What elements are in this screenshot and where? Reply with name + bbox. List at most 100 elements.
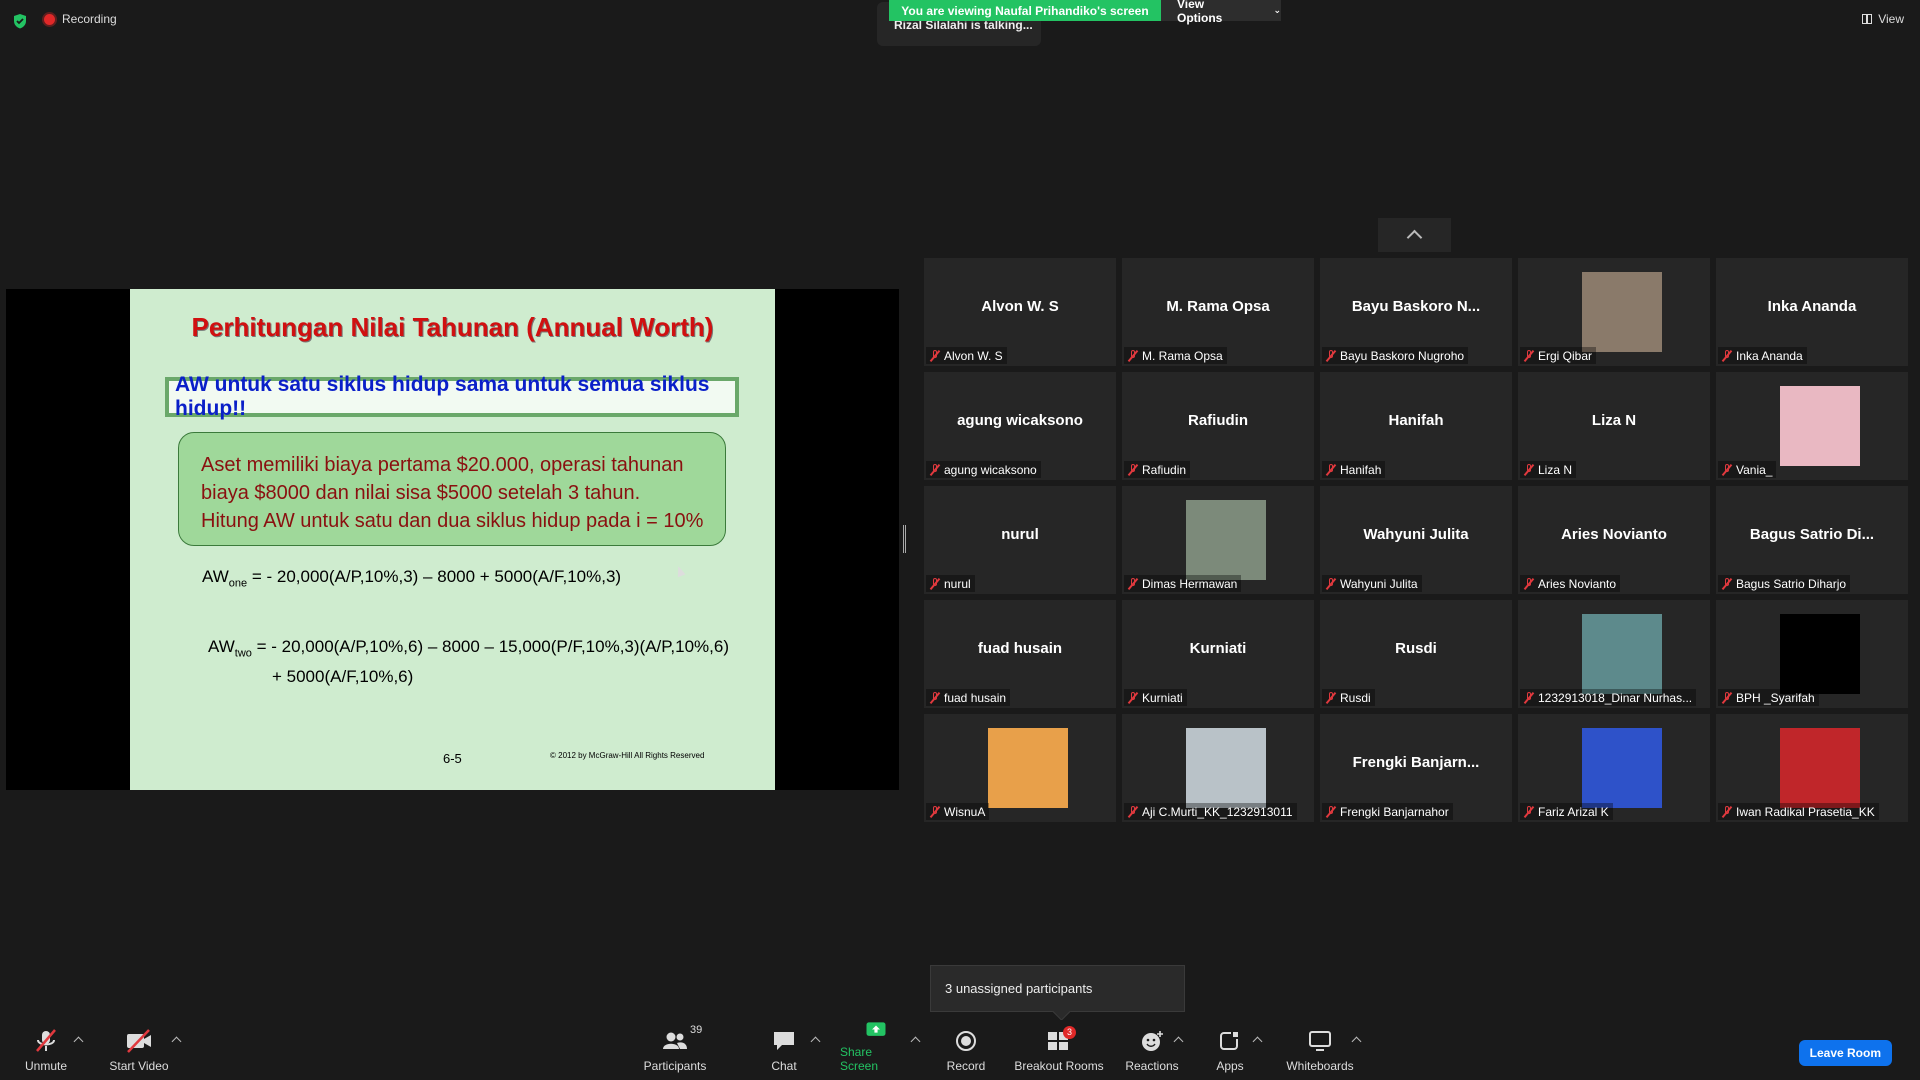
chevron-up-icon: [1406, 229, 1423, 246]
participant-tile[interactable]: Dimas Hermawan: [1122, 486, 1314, 594]
unmute-button[interactable]: Unmute: [18, 1020, 74, 1080]
audio-options-caret-icon[interactable]: [73, 1036, 84, 1047]
participant-tile[interactable]: nurul nurul: [924, 486, 1116, 594]
share-options-caret-icon[interactable]: [910, 1036, 921, 1047]
participant-tile[interactable]: Iwan Radikal Prasetia_KK: [1716, 714, 1908, 822]
participant-tile[interactable]: Vania_: [1716, 372, 1908, 480]
view-button[interactable]: View: [1862, 12, 1904, 26]
participant-tile[interactable]: Fariz Arizal K: [1518, 714, 1710, 822]
mic-muted-icon: [1722, 691, 1732, 704]
participant-tile[interactable]: Liza N Liza N: [1518, 372, 1710, 480]
chat-label: Chat: [771, 1059, 797, 1073]
participant-tile[interactable]: M. Rama Opsa M. Rama Opsa: [1122, 258, 1314, 366]
chat-options-caret-icon[interactable]: [810, 1036, 821, 1047]
mic-muted-icon: [1326, 349, 1336, 362]
slide-highlight-box: AW untuk satu siklus hidup sama untuk se…: [165, 373, 739, 420]
mic-muted-icon: [930, 463, 940, 476]
shared-screen[interactable]: Perhitungan Nilai Tahunan (Annual Worth)…: [6, 289, 899, 790]
participant-tile[interactable]: WisnuA: [924, 714, 1116, 822]
participant-tile[interactable]: agung wicaksono agung wicaksono: [924, 372, 1116, 480]
reactions-smiley-icon: [1142, 1031, 1163, 1051]
participant-name-tag: Iwan Radikal Prasetia_KK: [1718, 803, 1879, 820]
equation-rhs: = - 20,000(A/P,10%,6) – 8000 – 15,000(P/…: [251, 637, 729, 656]
gallery-scroll-up-button[interactable]: [1378, 218, 1451, 252]
security-shield-icon[interactable]: [12, 13, 28, 29]
video-options-caret-icon[interactable]: [171, 1036, 182, 1047]
resize-splitter-handle[interactable]: [903, 525, 906, 553]
participant-tile[interactable]: Hanifah Hanifah: [1320, 372, 1512, 480]
apps-icon: [1220, 1031, 1239, 1050]
mic-muted-icon: [1722, 577, 1732, 590]
participant-name-tag: Hanifah: [1322, 461, 1386, 478]
leave-room-button[interactable]: Leave Room: [1798, 1040, 1892, 1066]
viewing-screen-banner: You are viewing Naufal Prihandiko's scre…: [889, 0, 1161, 21]
view-options-button[interactable]: View Options ⌄: [1161, 0, 1281, 25]
participant-name: 1232913018_Dinar Nurhas...: [1538, 690, 1693, 705]
record-button[interactable]: Record: [944, 1020, 988, 1080]
participant-tile[interactable]: Wahyuni Julita Wahyuni Julita: [1320, 486, 1512, 594]
participant-name-tag: BPH _Syarifah: [1718, 689, 1819, 706]
problem-line: Hitung AW untuk satu dan dua siklus hidu…: [201, 510, 704, 532]
participant-name: Aji C.Murti_KK_1232913011: [1142, 804, 1293, 819]
start-video-label: Start Video: [109, 1059, 169, 1073]
reactions-button[interactable]: Reactions: [1124, 1020, 1180, 1080]
apps-options-caret-icon[interactable]: [1252, 1036, 1263, 1047]
breakout-rooms-icon: 3: [1045, 1026, 1077, 1053]
participant-name-tag: Bagus Satrio Diharjo: [1718, 575, 1851, 592]
participant-count: 39: [690, 1024, 703, 1036]
mic-muted-icon: [1128, 577, 1138, 590]
participant-name-tag: Liza N: [1520, 461, 1577, 478]
mic-muted-icon: [930, 577, 940, 590]
participant-tile[interactable]: Frengki Banjarn... Frengki Banjarnahor: [1320, 714, 1512, 822]
slide-problem-box: Aset memiliki biaya pertama $20.000, ope…: [178, 432, 726, 546]
participant-avatar: [1186, 500, 1266, 580]
equation-line-2: + 5000(A/F,10%,6): [272, 667, 414, 687]
whiteboards-label: Whiteboards: [1286, 1059, 1354, 1073]
participant-tile[interactable]: Alvon W. S Alvon W. S: [924, 258, 1116, 366]
participant-tile[interactable]: Rafiudin Rafiudin: [1122, 372, 1314, 480]
participant-name: Wahyuni Julita: [1340, 576, 1418, 591]
participant-tile[interactable]: Aries Novianto Aries Novianto: [1518, 486, 1710, 594]
participant-avatar: [988, 728, 1068, 808]
participant-name: Rusdi: [1340, 690, 1371, 705]
participants-button[interactable]: 39 Participants: [640, 1020, 710, 1080]
participant-tile[interactable]: BPH _Syarifah: [1716, 600, 1908, 708]
participant-display-name: Rusdi: [1395, 640, 1437, 657]
equation-rhs: = - 20,000(A/P,10%,3) – 8000 + 5000(A/F,…: [247, 567, 622, 586]
chat-button[interactable]: Chat: [764, 1020, 804, 1080]
chat-icon: [774, 1032, 794, 1050]
participant-tile[interactable]: Kurniati Kurniati: [1122, 600, 1314, 708]
participant-name-tag: M. Rama Opsa: [1124, 347, 1227, 364]
recording-indicator[interactable]: Recording: [44, 12, 117, 26]
mic-muted-icon: [1722, 349, 1732, 362]
participant-tile[interactable]: Aji C.Murti_KK_1232913011: [1122, 714, 1314, 822]
participant-tile[interactable]: 1232913018_Dinar Nurhas...: [1518, 600, 1710, 708]
mic-muted-icon: [1128, 805, 1138, 818]
mic-muted-icon: [1128, 463, 1138, 476]
whiteboards-button[interactable]: Whiteboards: [1280, 1020, 1360, 1080]
participant-avatar: [1582, 728, 1662, 808]
apps-button[interactable]: Apps: [1210, 1020, 1250, 1080]
participant-name-tag: Frengki Banjarnahor: [1322, 803, 1453, 820]
participant-name: agung wicaksono: [944, 462, 1037, 477]
participant-name: Ergi Qibar: [1538, 348, 1593, 363]
equation-lhs: AW: [202, 567, 229, 586]
participant-display-name: Bagus Satrio Di...: [1749, 526, 1875, 543]
participant-name-tag: fuad husain: [926, 689, 1011, 706]
participant-tile[interactable]: fuad husain fuad husain: [924, 600, 1116, 708]
participant-name-tag: Aries Novianto: [1520, 575, 1621, 592]
start-video-button[interactable]: Start Video: [106, 1020, 172, 1080]
participants-icon: [663, 1032, 687, 1049]
unassigned-participants-tooltip[interactable]: 3 unassigned participants: [930, 965, 1185, 1012]
participant-name-tag: WisnuA: [926, 803, 990, 820]
participant-tile[interactable]: Inka Ananda Inka Ananda: [1716, 258, 1908, 366]
share-screen-button[interactable]: Share Screen: [840, 1020, 912, 1080]
participant-display-name: agung wicaksono: [957, 412, 1083, 429]
participant-tile[interactable]: Bayu Baskoro N... Bayu Baskoro Nugroho: [1320, 258, 1512, 366]
participant-tile[interactable]: Ergi Qibar: [1518, 258, 1710, 366]
participant-name-tag: Aji C.Murti_KK_1232913011: [1124, 803, 1297, 820]
breakout-rooms-button[interactable]: 3 Breakout Rooms: [1013, 1020, 1105, 1080]
participant-tile[interactable]: Bagus Satrio Di... Bagus Satrio Diharjo: [1716, 486, 1908, 594]
participant-tile[interactable]: Rusdi Rusdi: [1320, 600, 1512, 708]
mic-muted-icon: [1128, 691, 1138, 704]
